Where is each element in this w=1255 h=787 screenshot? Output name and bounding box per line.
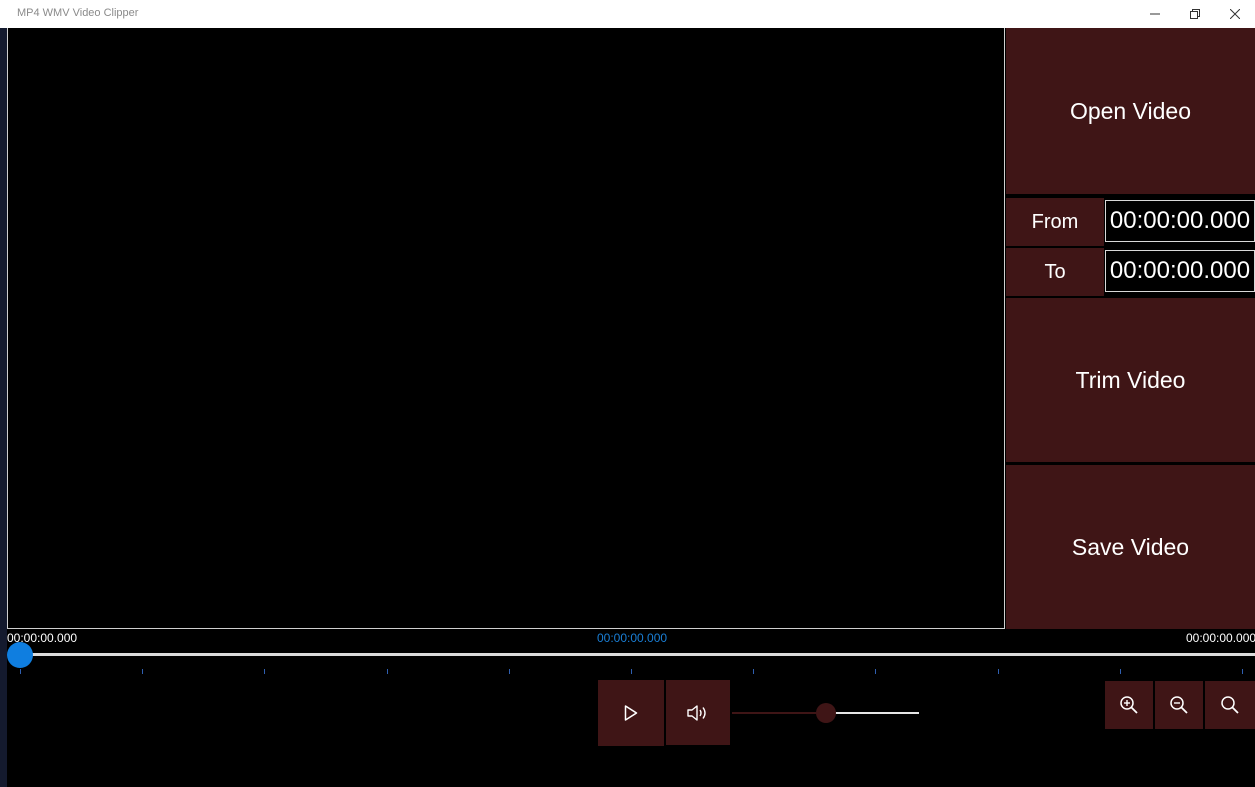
play-button[interactable] xyxy=(598,680,664,746)
restore-icon xyxy=(1190,9,1200,19)
seek-tick xyxy=(631,669,632,674)
play-icon xyxy=(624,705,638,721)
seek-thumb[interactable] xyxy=(7,642,33,668)
seek-tick xyxy=(508,669,510,674)
to-label: To xyxy=(1006,248,1104,296)
volume-track-filled[interactable] xyxy=(732,712,826,714)
video-player[interactable] xyxy=(7,28,1005,629)
zoom-out-button[interactable] xyxy=(1155,681,1203,729)
from-label: From xyxy=(1006,198,1104,246)
action-panel: Open Video From To Trim Video Save Video xyxy=(1006,28,1255,629)
title-bar: MP4 WMV Video Clipper xyxy=(0,0,1255,28)
timeline-current-time: 00:00:00.000 xyxy=(597,631,668,645)
restore-button[interactable] xyxy=(1175,0,1215,28)
zoom-in-button[interactable] xyxy=(1105,681,1153,729)
close-icon xyxy=(1230,9,1240,19)
timeline-end-time: 00:00:00.000 xyxy=(1186,631,1255,645)
window-title: MP4 WMV Video Clipper xyxy=(17,7,139,19)
to-time-input[interactable] xyxy=(1105,250,1255,292)
zoom-out-icon xyxy=(1170,696,1188,714)
save-video-button[interactable]: Save Video xyxy=(1006,465,1255,629)
volume-icon xyxy=(687,704,706,721)
zoom-reset-button[interactable] xyxy=(1205,681,1255,729)
window-edge xyxy=(0,28,7,787)
seek-track[interactable] xyxy=(20,653,1255,656)
open-video-button[interactable]: Open Video xyxy=(1006,28,1255,194)
seek-tick xyxy=(1119,669,1121,674)
from-time-input[interactable] xyxy=(1105,200,1255,242)
seek-tick xyxy=(875,669,877,674)
seek-tick xyxy=(264,669,266,674)
trim-video-button[interactable]: Trim Video xyxy=(1006,298,1255,462)
volume-thumb[interactable] xyxy=(815,703,836,723)
volume-button[interactable] xyxy=(666,680,730,745)
minimize-icon xyxy=(1150,13,1160,15)
zoom-in-icon xyxy=(1120,696,1138,714)
seek-tick xyxy=(386,669,388,674)
seek-tick xyxy=(753,669,755,674)
seek-tick xyxy=(997,669,999,674)
volume-track[interactable] xyxy=(825,712,919,714)
close-button[interactable] xyxy=(1215,0,1255,28)
seek-tick xyxy=(142,669,144,674)
zoom-reset-icon xyxy=(1221,696,1239,714)
seek-tick xyxy=(1242,669,1243,674)
seek-tick xyxy=(20,669,21,674)
minimize-button[interactable] xyxy=(1135,0,1175,28)
